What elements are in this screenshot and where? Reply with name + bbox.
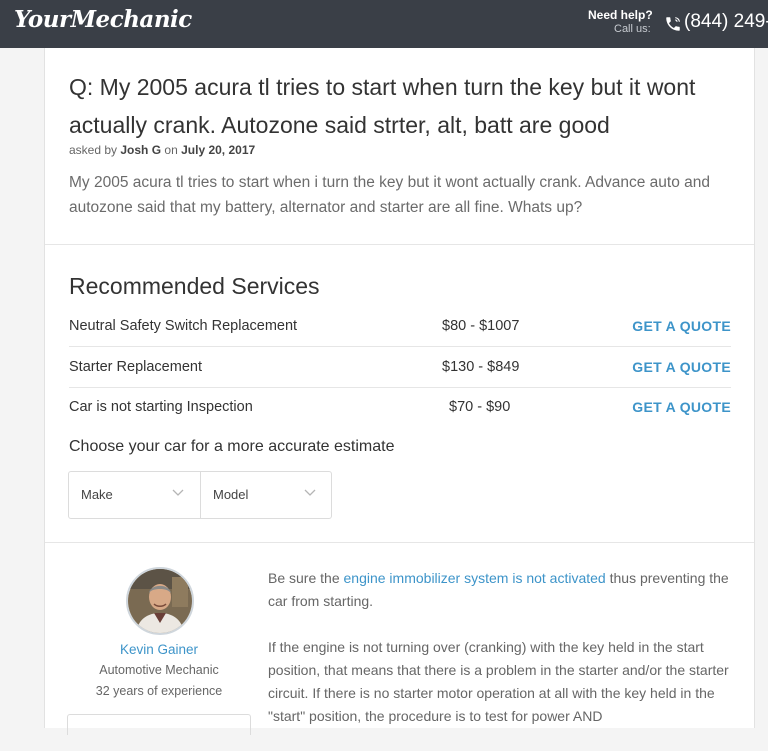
make-select[interactable]: Make	[69, 472, 200, 518]
get-a-quote-link[interactable]: GET A QUOTE	[632, 318, 731, 334]
answer-text: Be sure the	[268, 570, 344, 586]
immobilizer-link[interactable]: engine immobilizer system is not activat…	[344, 570, 606, 586]
service-price: $130 - $849	[442, 359, 520, 375]
need-help-label: Need help?	[588, 8, 653, 22]
mechanic-name[interactable]: Kevin Gainer	[45, 642, 273, 657]
get-a-quote-link[interactable]: GET A QUOTE	[632, 399, 731, 415]
yourmechanic-logo[interactable]: YourMechanic	[14, 6, 192, 33]
mechanic-experience: 32 years of experience	[95, 684, 223, 698]
section-divider	[45, 542, 754, 543]
service-row: Car is not starting Inspection $70 - $90…	[69, 387, 731, 427]
answer-paragraph: If the engine is not turning over (crank…	[268, 639, 729, 724]
mechanic-photo	[128, 569, 192, 633]
service-row: Starter Replacement $130 - $849 GET A QU…	[69, 347, 731, 387]
make-select-label: Make	[81, 487, 113, 502]
top-navigation-bar: YourMechanic Need help? Call us: (844) 2…	[0, 0, 768, 48]
mechanic-avatar[interactable]	[126, 567, 194, 635]
asked-on-word: on	[164, 143, 178, 157]
service-name: Car is not starting Inspection	[69, 399, 253, 415]
service-name: Neutral Safety Switch Replacement	[69, 318, 298, 334]
service-price: $80 - $1007	[442, 318, 520, 334]
chevron-down-icon	[172, 489, 184, 496]
question-card: Q: My 2005 acura tl tries to start when …	[44, 48, 755, 735]
answer-body: Be sure the engine immobilizer system is…	[268, 567, 733, 751]
answer-paragraph: Be sure the engine immobilizer system is…	[268, 567, 733, 613]
asked-by-line: asked by Josh G on July 20, 2017	[69, 143, 255, 157]
question-title: Q: My 2005 acura tl tries to start when …	[69, 74, 696, 138]
chevron-down-icon	[304, 489, 316, 496]
model-select[interactable]: Model	[200, 472, 332, 518]
call-us-label: Call us:	[614, 23, 651, 35]
question-body: My 2005 acura tl tries to start when i t…	[69, 174, 711, 216]
choose-car-label: Choose your car for a more accurate esti…	[69, 438, 395, 455]
service-row: Neutral Safety Switch Replacement $80 - …	[69, 306, 731, 346]
service-name: Starter Replacement	[69, 359, 202, 375]
recommended-services-title: Recommended Services	[69, 273, 320, 299]
question-date: July 20, 2017	[181, 143, 256, 157]
phone-icon	[666, 17, 680, 31]
mechanic-profile-button[interactable]	[67, 714, 251, 735]
model-select-label: Model	[213, 487, 249, 502]
section-divider	[45, 244, 754, 245]
asked-by-prefix: asked by	[69, 143, 118, 157]
get-a-quote-link[interactable]: GET A QUOTE	[632, 359, 731, 375]
service-price: $70 - $90	[449, 399, 511, 415]
car-selector: Make Model	[68, 471, 332, 519]
help-block: Need help? Call us:	[588, 8, 653, 35]
question-author: Josh G	[120, 143, 162, 157]
mechanic-role: Automotive Mechanic	[99, 663, 219, 677]
phone-number-link[interactable]: (844) 249-	[684, 11, 768, 33]
